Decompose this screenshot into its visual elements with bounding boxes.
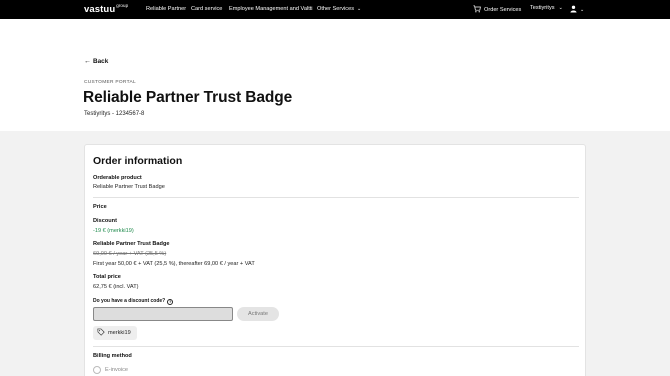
new-price: First year 50,00 € + VAT (25,5 %), there… [93,261,255,267]
back-label: Back [93,58,109,65]
order-services-link[interactable]: Order Services [473,5,521,13]
chevron-down-icon: ⌄ [580,7,585,13]
e-invoice-label: E-invoice [105,367,129,373]
divider [93,346,579,347]
divider [93,197,579,198]
user-menu[interactable]: ⌄ [570,5,584,13]
total-price-value: 62,75 € (incl. VAT) [93,284,139,290]
company-info: Testiyritys - 1234567-8 [84,111,145,117]
arrow-left-icon: ← [84,58,91,65]
nav-employee-management[interactable]: Employee Management and Valtti [229,6,313,12]
order-information-card: Order information Orderable product Reli… [84,144,586,376]
breadcrumb: CUSTOMER PORTAL [84,80,136,85]
company-menu-label: Testiyritys [530,5,555,11]
product-value: Reliable Partner Trust Badge [93,184,165,190]
activate-button[interactable]: Activate [237,307,279,321]
logo-text: vastuu [84,4,116,16]
price-label: Price [93,204,107,210]
page-title: Reliable Partner Trust Badge [83,89,293,106]
back-link[interactable]: ← Back [84,58,108,65]
order-services-label: Order Services [484,7,522,13]
logo-sup: group [116,3,129,8]
applied-code-label: merkki19 [108,330,131,336]
cart-icon [473,5,481,13]
discount-code-question: Do you have a discount code?? [93,298,174,305]
vastuu-logo[interactable]: vastuugroup [84,3,129,16]
badge-price-label: Reliable Partner Trust Badge [93,241,170,247]
chevron-down-icon: ⌄ [558,5,563,11]
nav-reliable-partner[interactable]: Reliable Partner [146,6,186,12]
nav-card-service[interactable]: Card service [191,6,222,12]
nav-other-services-label: Other Services [317,6,354,12]
original-price: 69,00 € / year + VAT (25,5 %) [93,251,167,257]
discount-label: Discount [93,218,117,224]
applied-discount-chip[interactable]: merkki19 [93,326,137,340]
user-icon [570,5,577,13]
top-navigation-bar: vastuugroup Reliable Partner Card servic… [0,0,670,19]
company-menu[interactable]: Testiyritys ⌄ [530,5,563,11]
help-icon[interactable]: ? [167,299,174,305]
chevron-down-icon: ⌄ [357,6,362,12]
total-price-label: Total price [93,274,121,280]
nav-other-services[interactable]: Other Services ⌄ [317,6,361,12]
discount-code-input[interactable] [93,307,233,321]
product-label: Orderable product [93,175,142,181]
card-title: Order information [93,155,183,167]
billing-method-label: Billing method [93,353,132,359]
tag-icon [97,328,105,336]
discount-code-question-label: Do you have a discount code? [93,298,166,304]
e-invoice-radio[interactable] [93,366,101,374]
discount-value: -19 € (merkki19) [93,228,134,234]
